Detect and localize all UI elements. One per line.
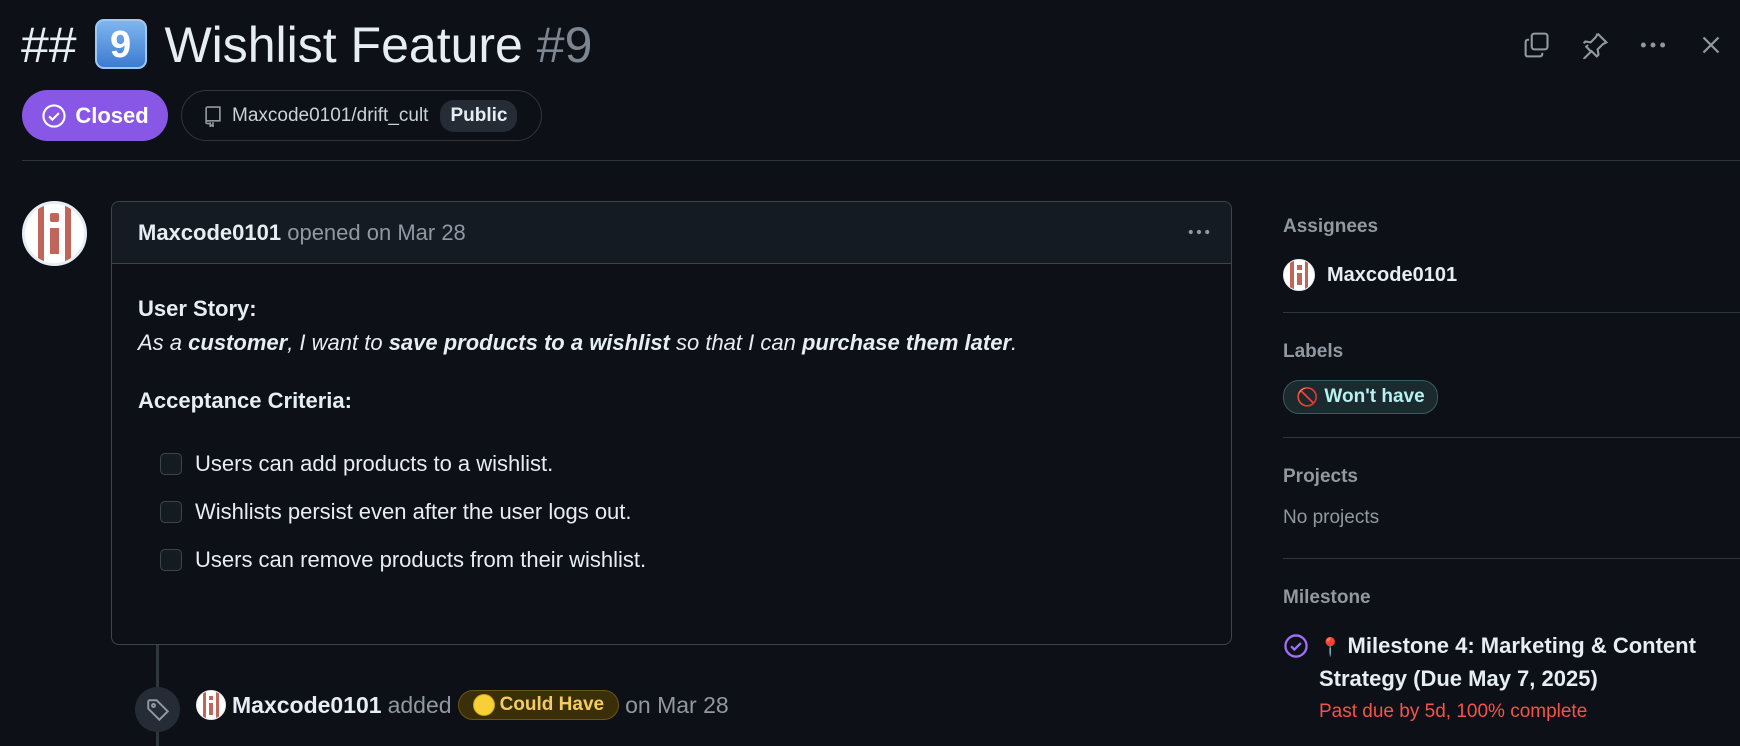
no-projects-text: No projects [1283,507,1380,528]
kebab-menu-icon[interactable] [1185,220,1213,249]
avatar [1283,259,1315,291]
milestone-title[interactable]: 📍 Milestone 4: Marketing & Content Strat… [1319,630,1729,695]
comment-body: User Story: As a customer, I want to sav… [112,264,1231,612]
repo-icon [205,105,221,127]
label-could-have[interactable]: Could Have [457,690,620,720]
prohibited-icon: 🚫 [1296,386,1319,407]
more-options-icon[interactable] [1624,28,1682,62]
title-prefix: ## [21,17,77,73]
acceptance-criteria-label: Acceptance Criteria: [138,388,352,413]
comment-header: Maxcode0101 opened on Mar 28 [112,202,1231,264]
sidebar-divider [1283,558,1740,559]
assignees-heading[interactable]: Assignees [1283,216,1378,238]
task-text: Users can remove products from their wis… [195,547,647,572]
label-text: Won't have [1324,386,1425,407]
comment-author-link[interactable]: Maxcode0101 [138,220,281,245]
milestone-check-icon [1284,634,1308,658]
assignee-name[interactable]: Maxcode0101 [1327,264,1457,287]
milestone-status: Past due by 5d, 100% complete [1319,701,1588,722]
task-checkbox[interactable] [160,453,182,475]
milestone-title-text[interactable]: Milestone 4: Marketing & Content Strateg… [1319,633,1696,691]
timeline-event: Maxcode0101 added Could Have on Mar 28 [196,690,729,720]
event-date: on Mar 28 [625,691,729,718]
user-story-text: As a customer, I want to save products t… [138,330,1018,355]
avatar[interactable] [196,690,226,720]
repo-pill[interactable]: Maxcode0101/drift_cult Public [181,90,542,141]
labels-heading[interactable]: Labels [1283,341,1343,363]
keycap-nine-emoji: 9 [94,19,147,69]
issue-number: #9 [536,17,593,73]
label-wont-have[interactable]: 🚫 Won't have [1283,380,1438,414]
task-item: Wishlists persist even after the user lo… [138,488,1205,536]
milestone-heading[interactable]: Milestone [1283,587,1371,609]
task-text: Wishlists persist even after the user lo… [195,499,632,524]
repo-name[interactable]: Maxcode0101/drift_cult [232,105,428,127]
pin-icon[interactable] [1566,28,1624,62]
comment-meta: Maxcode0101 opened on Mar 28 [138,220,466,246]
issue-comment: Maxcode0101 opened on Mar 28 User Story:… [111,201,1232,645]
event-author-link[interactable]: Maxcode0101 [232,692,382,719]
sidebar-divider [1283,312,1740,313]
pin-emoji-icon: 📍 [1319,637,1342,657]
yellow-circle-icon [472,694,495,716]
close-icon[interactable] [1682,28,1740,62]
status-text: Closed [75,102,149,128]
issue-title: ## 9 Wishlist Feature #9 [21,14,592,76]
task-item: Users can add products to a wishlist. [138,440,1205,488]
task-checkbox[interactable] [160,549,182,571]
visibility-badge: Public [440,99,518,132]
avatar[interactable] [22,201,87,266]
task-checkbox[interactable] [160,501,182,523]
task-text: Users can add products to a wishlist. [195,451,554,476]
copy-icon[interactable] [1508,28,1566,62]
milestone: 📍 Milestone 4: Marketing & Content Strat… [1283,630,1729,723]
header-divider [22,160,1740,161]
status-badge: Closed [22,90,168,141]
label-text: Could Have [499,694,605,715]
event-action: added [387,691,452,718]
user-story-label: User Story: [138,296,257,321]
task-list: Users can add products to a wishlist. Wi… [138,440,1205,584]
assignee[interactable]: Maxcode0101 [1283,259,1457,291]
check-circle-icon [42,103,66,128]
title-text: Wishlist Feature [164,17,523,73]
projects-heading[interactable]: Projects [1283,466,1358,488]
task-item: Users can remove products from their wis… [138,536,1205,584]
header-actions [1508,28,1740,62]
sidebar-divider [1283,437,1740,438]
tag-icon [135,687,180,732]
comment-opened-text: opened on Mar 28 [287,220,466,245]
